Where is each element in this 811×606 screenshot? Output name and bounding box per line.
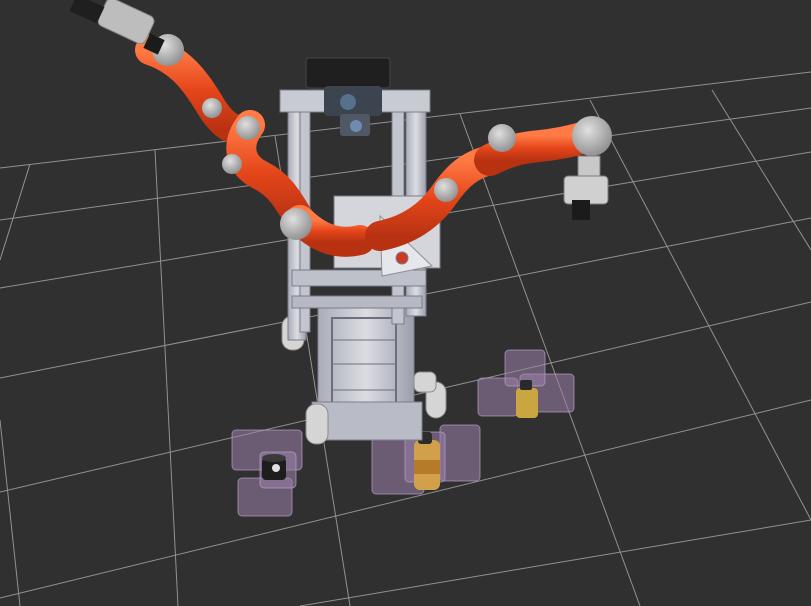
- 3d-viewport[interactable]: [0, 0, 811, 606]
- scene-canvas[interactable]: [0, 0, 811, 606]
- bottle-center: [414, 432, 440, 490]
- cup-left: [262, 454, 286, 480]
